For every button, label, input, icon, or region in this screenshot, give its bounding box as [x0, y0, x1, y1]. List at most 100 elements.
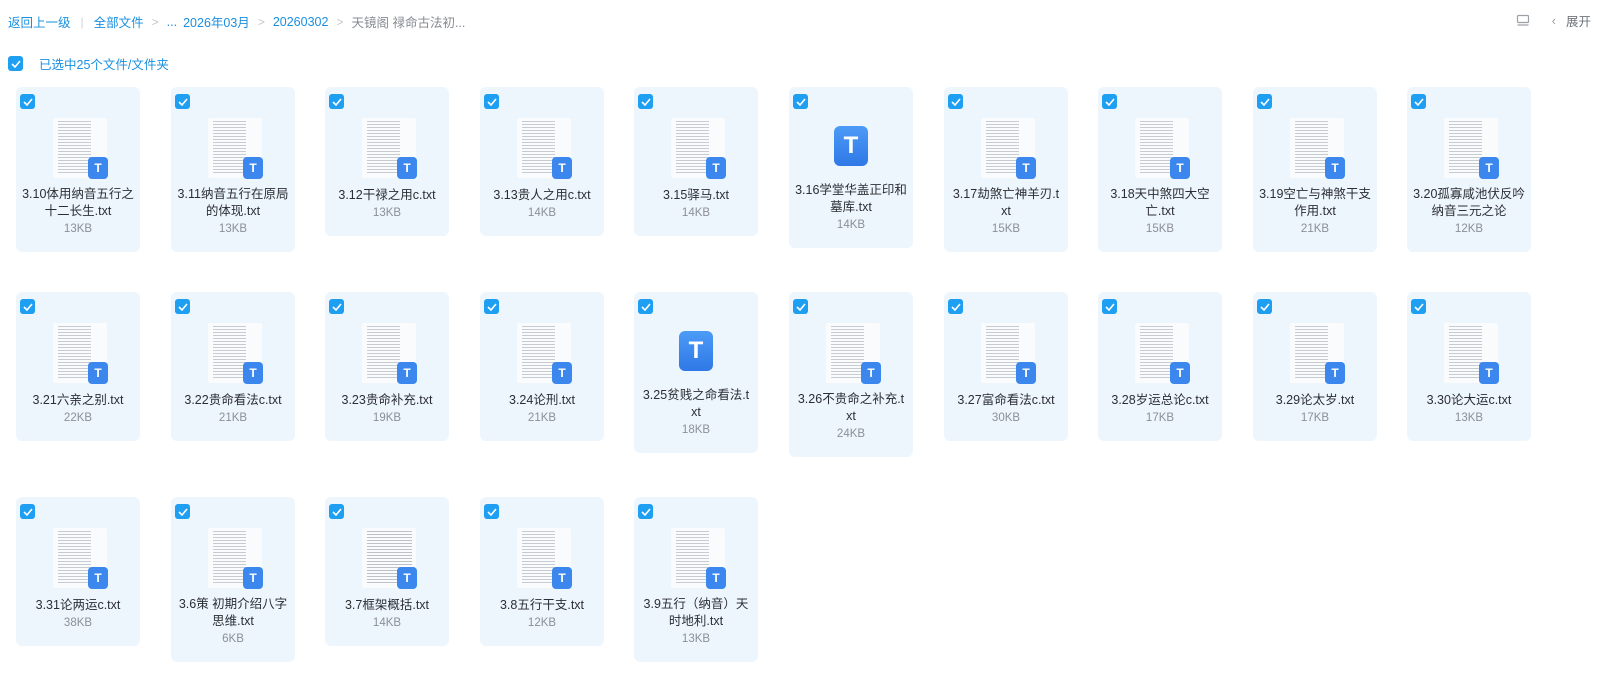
- file-name[interactable]: 3.30论大运c.txt: [1413, 392, 1525, 409]
- file-checkbox[interactable]: [1411, 94, 1426, 109]
- breadcrumb-root[interactable]: 全部文件: [94, 12, 144, 31]
- file-size: 38KB: [63, 617, 93, 629]
- expand-button[interactable]: ‹ 展开: [1552, 11, 1591, 30]
- file-card[interactable]: T 3.24论刑.txt 21KB: [480, 292, 604, 441]
- file-name[interactable]: 3.11纳音五行在原局的体现.txt: [177, 186, 289, 220]
- file-name[interactable]: 3.13贵人之用c.txt: [486, 187, 598, 204]
- file-checkbox[interactable]: [638, 504, 653, 519]
- file-checkbox[interactable]: [175, 504, 190, 519]
- file-size: 13KB: [218, 223, 248, 235]
- file-name[interactable]: 3.16学堂华盖正印和墓库.txt: [795, 182, 907, 216]
- file-checkbox[interactable]: [20, 299, 35, 314]
- file-name[interactable]: 3.21六亲之别.txt: [22, 392, 134, 409]
- txt-badge-icon: T: [243, 157, 263, 179]
- file-name[interactable]: 3.7框架概括.txt: [331, 597, 443, 614]
- file-checkbox[interactable]: [948, 94, 963, 109]
- list-view-icon[interactable]: [1516, 14, 1530, 28]
- file-size: 22KB: [63, 412, 93, 424]
- file-name[interactable]: 3.23贵命补充.txt: [331, 392, 443, 409]
- file-card[interactable]: T 3.13贵人之用c.txt 14KB: [480, 87, 604, 236]
- file-card[interactable]: T 3.18天中煞四大空亡.txt 15KB: [1098, 87, 1222, 252]
- file-name[interactable]: 3.31论两运c.txt: [22, 597, 134, 614]
- file-card[interactable]: T 3.26不贵命之补充.txt 24KB: [789, 292, 913, 457]
- txt-badge-icon: T: [706, 567, 726, 589]
- file-card[interactable]: T 3.28岁运总论c.txt 17KB: [1098, 292, 1222, 441]
- file-name[interactable]: 3.8五行干支.txt: [486, 597, 598, 614]
- file-checkbox[interactable]: [175, 299, 190, 314]
- select-all-checkbox[interactable]: [8, 56, 23, 71]
- txt-badge-icon: T: [1170, 157, 1190, 179]
- txt-badge-icon: T: [1325, 362, 1345, 384]
- file-name[interactable]: 3.19空亡与神煞干支作用.txt: [1259, 186, 1371, 220]
- file-name[interactable]: 3.20孤寡咸池伏反吟纳音三元之论: [1413, 186, 1525, 220]
- file-checkbox[interactable]: [175, 94, 190, 109]
- file-checkbox[interactable]: [1257, 94, 1272, 109]
- file-card[interactable]: T 3.9五行（纳音）天时地利.txt 13KB: [634, 497, 758, 662]
- txt-badge-icon: T: [397, 567, 417, 589]
- file-name[interactable]: 3.22贵命看法c.txt: [177, 392, 289, 409]
- file-card[interactable]: T 3.22贵命看法c.txt 21KB: [171, 292, 295, 441]
- file-card[interactable]: T 3.19空亡与神煞干支作用.txt 21KB: [1253, 87, 1377, 252]
- file-checkbox[interactable]: [793, 299, 808, 314]
- file-card[interactable]: T 3.15驿马.txt 14KB: [634, 87, 758, 236]
- breadcrumb-day[interactable]: 20260302: [273, 15, 329, 29]
- file-card[interactable]: T 3.29论太岁.txt 17KB: [1253, 292, 1377, 441]
- file-name[interactable]: 3.10体用纳音五行之十二长生.txt: [22, 186, 134, 220]
- file-checkbox[interactable]: [329, 299, 344, 314]
- file-card[interactable]: T 3.30论大运c.txt 13KB: [1407, 292, 1531, 441]
- file-card[interactable]: T 3.23贵命补充.txt 19KB: [325, 292, 449, 441]
- file-checkbox[interactable]: [329, 504, 344, 519]
- file-checkbox[interactable]: [1102, 94, 1117, 109]
- file-checkbox[interactable]: [793, 94, 808, 109]
- file-checkbox[interactable]: [484, 94, 499, 109]
- file-name[interactable]: 3.12干禄之用c.txt: [331, 187, 443, 204]
- file-checkbox[interactable]: [484, 504, 499, 519]
- file-checkbox[interactable]: [484, 299, 499, 314]
- file-name[interactable]: 3.28岁运总论c.txt: [1104, 392, 1216, 409]
- file-name[interactable]: 3.27富命看法c.txt: [950, 392, 1062, 409]
- file-checkbox[interactable]: [20, 504, 35, 519]
- file-name[interactable]: 3.15驿马.txt: [640, 187, 752, 204]
- file-name[interactable]: 3.26不贵命之补充.txt: [795, 391, 907, 425]
- file-size: 17KB: [1300, 412, 1330, 424]
- file-card[interactable]: T 3.10体用纳音五行之十二长生.txt 13KB: [16, 87, 140, 252]
- file-name[interactable]: 3.29论太岁.txt: [1259, 392, 1371, 409]
- file-checkbox[interactable]: [20, 94, 35, 109]
- breadcrumb-month[interactable]: 2026年03月: [183, 12, 250, 31]
- file-checkbox[interactable]: [1102, 299, 1117, 314]
- back-link[interactable]: 返回上一级: [8, 12, 71, 31]
- txt-badge-icon: T: [706, 157, 726, 179]
- file-name[interactable]: 3.25贫贱之命看法.txt: [640, 387, 752, 421]
- txt-badge-icon: T: [88, 362, 108, 384]
- file-card[interactable]: T 3.21六亲之别.txt 22KB: [16, 292, 140, 441]
- file-card[interactable]: T 3.31论两运c.txt 38KB: [16, 497, 140, 646]
- file-size: 18KB: [681, 424, 711, 436]
- file-name[interactable]: 3.18天中煞四大空亡.txt: [1104, 186, 1216, 220]
- txt-badge-icon: T: [1016, 157, 1036, 179]
- file-checkbox[interactable]: [638, 94, 653, 109]
- file-size: 12KB: [1454, 223, 1484, 235]
- file-checkbox[interactable]: [1411, 299, 1426, 314]
- view-tools: ‹ 展开: [1516, 11, 1591, 30]
- file-card[interactable]: T 3.7框架概括.txt 14KB: [325, 497, 449, 646]
- file-checkbox[interactable]: [638, 299, 653, 314]
- file-card[interactable]: T 3.6策 初期介绍八字思维.txt 6KB: [171, 497, 295, 662]
- file-card[interactable]: T 3.27富命看法c.txt 30KB: [944, 292, 1068, 441]
- file-checkbox[interactable]: [329, 94, 344, 109]
- file-name[interactable]: 3.24论刑.txt: [486, 392, 598, 409]
- file-card[interactable]: T 3.16学堂华盖正印和墓库.txt 14KB: [789, 87, 913, 248]
- file-card[interactable]: T 3.17劫煞亡神羊刃.txt 15KB: [944, 87, 1068, 252]
- file-card[interactable]: T 3.12干禄之用c.txt 13KB: [325, 87, 449, 236]
- file-card[interactable]: T 3.20孤寡咸池伏反吟纳音三元之论 12KB: [1407, 87, 1531, 252]
- breadcrumb-ellipsis[interactable]: ...: [167, 15, 177, 29]
- file-checkbox[interactable]: [948, 299, 963, 314]
- file-checkbox[interactable]: [1257, 299, 1272, 314]
- file-name[interactable]: 3.9五行（纳音）天时地利.txt: [640, 596, 752, 630]
- file-card[interactable]: T 3.8五行干支.txt 12KB: [480, 497, 604, 646]
- file-name[interactable]: 3.17劫煞亡神羊刃.txt: [950, 186, 1062, 220]
- file-size: 30KB: [991, 412, 1021, 424]
- selection-status: 已选中25个文件/文件夹: [39, 58, 169, 72]
- file-card[interactable]: T 3.11纳音五行在原局的体现.txt 13KB: [171, 87, 295, 252]
- file-name[interactable]: 3.6策 初期介绍八字思维.txt: [177, 596, 289, 630]
- file-card[interactable]: T 3.25贫贱之命看法.txt 18KB: [634, 292, 758, 453]
